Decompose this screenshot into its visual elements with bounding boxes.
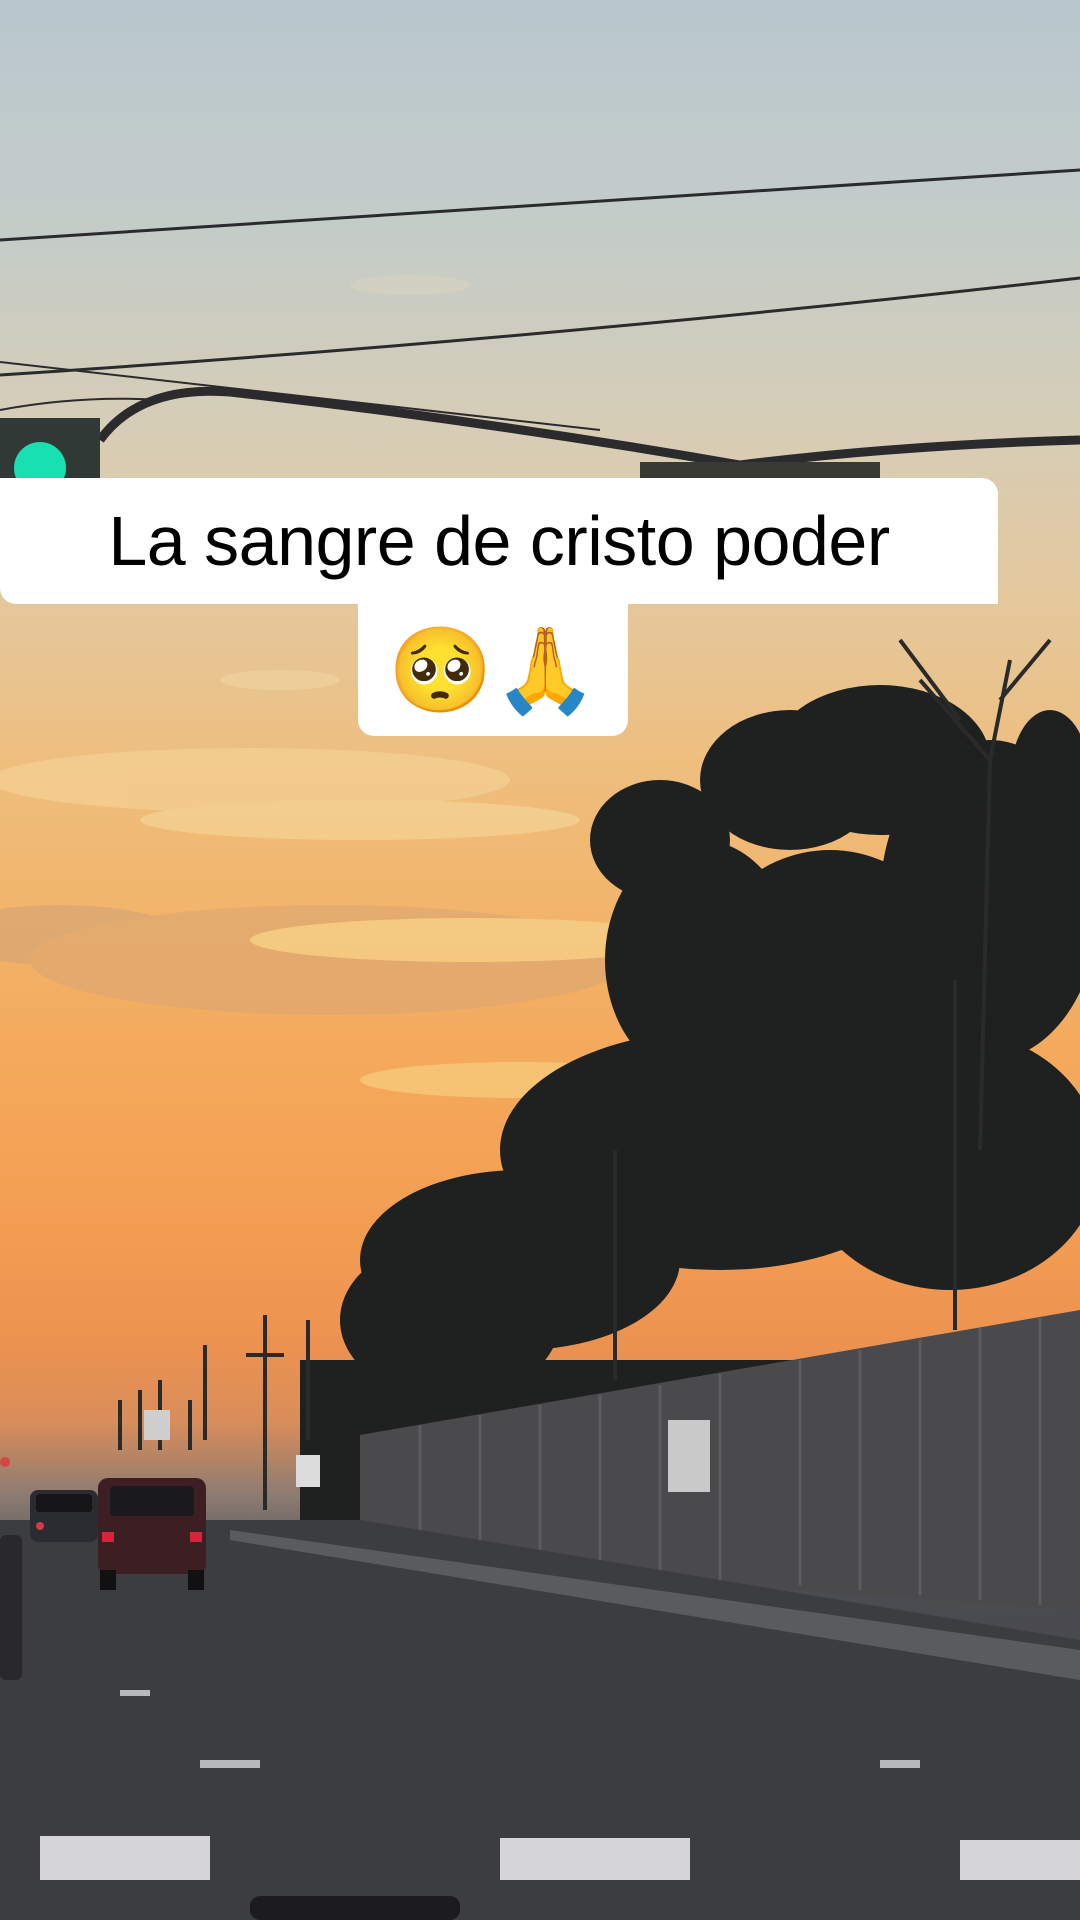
sunset-road-photo — [0, 168, 1080, 1920]
caption-emoji: 🥺🙏 — [388, 620, 598, 719]
caption-line-2: 🥺🙏 — [358, 604, 628, 736]
wall-sign — [668, 1420, 710, 1492]
car-left-edge — [0, 1535, 22, 1680]
caption-line-1: La sangre de cristo poder — [0, 478, 998, 604]
road-sign-far — [144, 1410, 170, 1440]
photo-scene: La sangre de cristo poder 🥺🙏 — [0, 0, 1080, 1920]
power-lines — [0, 168, 1080, 470]
distant-tail-light — [0, 1457, 10, 1467]
suv — [98, 1478, 206, 1590]
road-sign — [296, 1455, 320, 1487]
sedan-far — [30, 1490, 98, 1542]
caption-text-1: La sangre de cristo poder — [108, 502, 890, 580]
dashboard-edge — [250, 1896, 460, 1920]
